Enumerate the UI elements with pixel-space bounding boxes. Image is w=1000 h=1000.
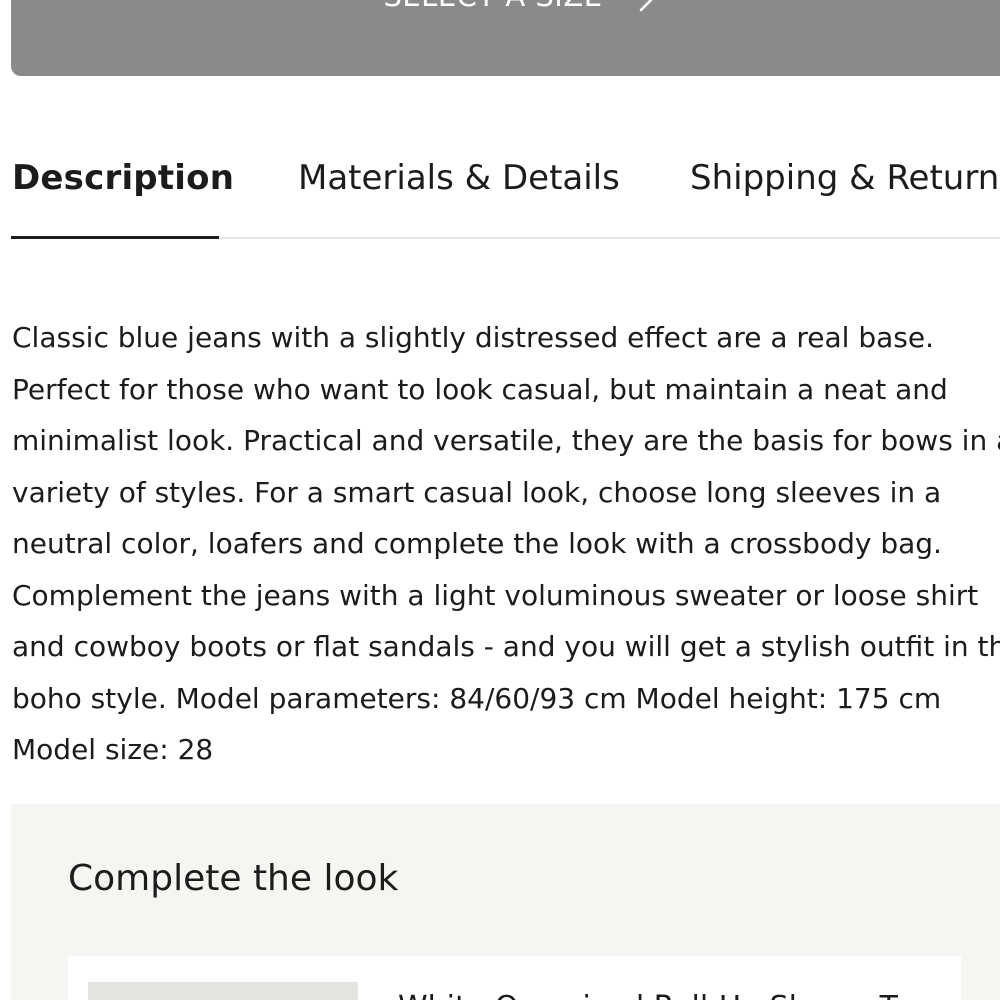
product-description: Classic blue jeans with a slightly distr… — [12, 321, 1000, 766]
product-page: SELECT A SIZE Description Materials & De… — [0, 0, 1000, 1000]
active-tab-indicator — [11, 236, 219, 239]
look-product-card[interactable]: White Oversized Roll-Up Sleeve T... — [68, 956, 961, 1000]
look-product-image[interactable] — [88, 982, 358, 1000]
tab-description[interactable]: Description — [12, 158, 234, 198]
tab-materials-details[interactable]: Materials & Details — [298, 158, 620, 198]
complete-the-look-section: Complete the look White Oversized Roll-U… — [11, 804, 1000, 1000]
select-size-button[interactable]: SELECT A SIZE — [11, 0, 1000, 76]
select-size-label: SELECT A SIZE — [383, 0, 603, 12]
complete-the-look-title: Complete the look — [68, 858, 399, 899]
product-info-tabs: Description Materials & Details Shipping… — [0, 150, 1000, 240]
chevron-right-icon — [639, 0, 653, 12]
tab-shipping-return[interactable]: Shipping & Return — [690, 158, 999, 198]
look-product-name[interactable]: White Oversized Roll-Up Sleeve T... — [398, 990, 923, 1000]
